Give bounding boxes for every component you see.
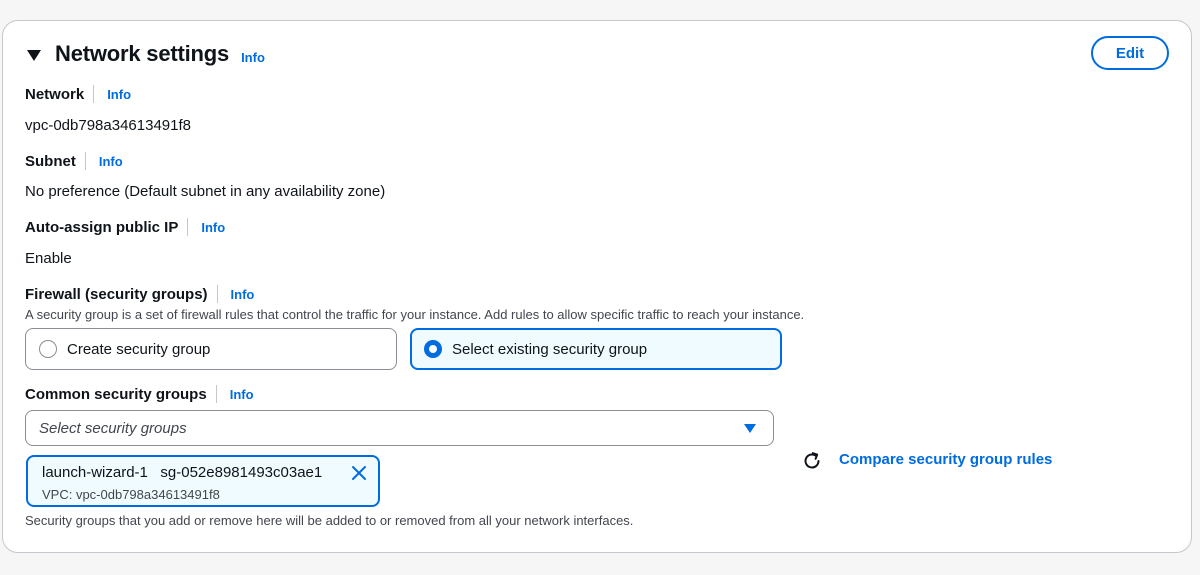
radio-unchecked-icon[interactable]: [39, 340, 57, 358]
public-ip-info-link[interactable]: Info: [201, 220, 225, 235]
divider: [93, 85, 95, 103]
caret-down-icon[interactable]: [27, 49, 41, 61]
subnet-label: Subnet: [25, 152, 76, 170]
common-groups-info-link[interactable]: Info: [230, 387, 254, 402]
section-title[interactable]: Network settings: [55, 41, 229, 67]
create-security-group-option[interactable]: Create security group: [25, 328, 397, 370]
dropdown-arrow-icon[interactable]: [744, 424, 756, 433]
network-value: vpc-0db798a34613491f8: [25, 117, 191, 134]
edit-button[interactable]: Edit: [1091, 36, 1169, 70]
network-info-link[interactable]: Info: [107, 87, 131, 102]
divider: [187, 218, 189, 236]
select-existing-security-group-option[interactable]: Select existing security group: [410, 328, 782, 370]
subnet-info-link[interactable]: Info: [99, 154, 123, 169]
section-info-link[interactable]: Info: [241, 50, 265, 65]
refresh-icon[interactable]: [801, 450, 823, 472]
divider: [84, 152, 86, 170]
create-security-group-label: Create security group: [67, 340, 211, 358]
firewall-info-link[interactable]: Info: [231, 287, 255, 302]
token-vpc: VPC: vpc-0db798a34613491f8: [42, 487, 220, 502]
network-settings-panel: Network settings Info Edit Network Info …: [2, 20, 1192, 553]
public-ip-label: Auto-assign public IP: [25, 218, 179, 236]
firewall-description: A security group is a set of firewall ru…: [25, 307, 805, 322]
security-groups-footer-note: Security groups that you add or remove h…: [25, 513, 634, 528]
common-groups-label-row: Common security groups Info: [25, 385, 254, 403]
public-ip-label-row: Auto-assign public IP Info: [25, 218, 225, 236]
network-label-row: Network Info: [25, 85, 131, 103]
network-label: Network: [25, 85, 85, 103]
radio-checked-icon[interactable]: [424, 340, 442, 358]
select-placeholder: Select security groups: [39, 419, 187, 437]
section-header: Network settings Info: [27, 41, 265, 67]
close-icon[interactable]: [350, 464, 368, 482]
token-title: launch-wizard-1 sg-052e8981493c03ae1: [42, 464, 322, 481]
common-groups-label: Common security groups: [25, 385, 207, 403]
divider: [215, 385, 217, 403]
firewall-label: Firewall (security groups): [25, 285, 208, 303]
select-existing-security-group-label: Select existing security group: [452, 340, 648, 358]
firewall-label-row: Firewall (security groups) Info: [25, 285, 254, 303]
token-group-name: launch-wizard-1: [42, 464, 148, 481]
subnet-label-row: Subnet Info: [25, 152, 123, 170]
public-ip-value: Enable: [25, 250, 72, 267]
selected-security-group-token: launch-wizard-1 sg-052e8981493c03ae1 VPC…: [26, 455, 380, 507]
compare-security-group-rules-link[interactable]: Compare security group rules: [839, 451, 1052, 468]
subnet-value: No preference (Default subnet in any ava…: [25, 183, 386, 200]
security-groups-select[interactable]: Select security groups: [25, 410, 774, 446]
token-group-id: sg-052e8981493c03ae1: [160, 464, 323, 481]
divider: [216, 285, 218, 303]
